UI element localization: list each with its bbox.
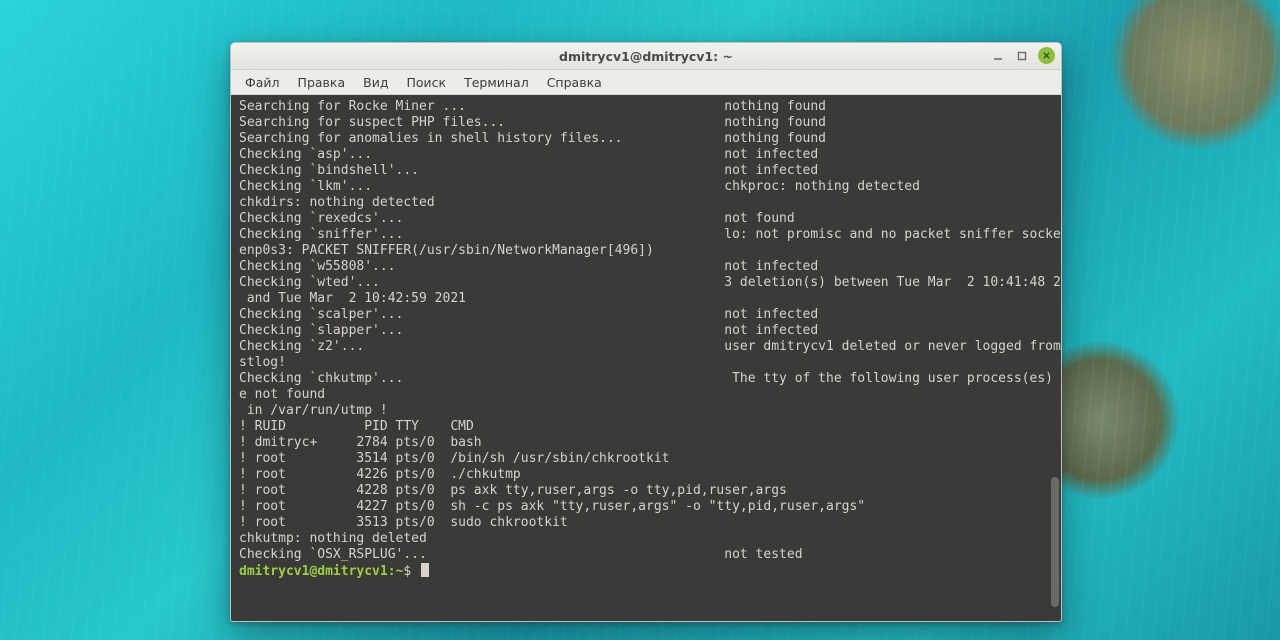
terminal-line: Checking `bindshell'... not infected <box>239 163 1055 179</box>
terminal-line: Checking `sniffer'... lo: not promisc an… <box>239 227 1055 243</box>
terminal-line: ! root 4227 pts/0 sh -c ps axk "tty,ruse… <box>239 499 1055 515</box>
terminal-prompt-line[interactable]: dmitrycv1@dmitrycv1:~$ <box>239 563 1055 580</box>
terminal-line: chkutmp: nothing deleted <box>239 531 1055 547</box>
menu-help[interactable]: Справка <box>539 73 610 92</box>
terminal-cursor <box>421 563 429 577</box>
terminal-line: ! root 4226 pts/0 ./chkutmp <box>239 467 1055 483</box>
desktop-background: dmitrycv1@dmitrycv1: ~ Файл Правка Вид П… <box>0 0 1280 640</box>
terminal-line: Searching for anomalies in shell history… <box>239 131 1055 147</box>
terminal-area[interactable]: Searching for Rocke Miner ... nothing fo… <box>231 95 1061 621</box>
minimize-button[interactable] <box>990 48 1006 64</box>
terminal-line: Searching for Rocke Miner ... nothing fo… <box>239 99 1055 115</box>
terminal-line: Checking `rexedcs'... not found <box>239 211 1055 227</box>
menu-view[interactable]: Вид <box>355 73 396 92</box>
terminal-line: Checking `asp'... not infected <box>239 147 1055 163</box>
terminal-line: Checking `lkm'... chkproc: nothing detec… <box>239 179 1055 195</box>
terminal-line: ! RUID PID TTY CMD <box>239 419 1055 435</box>
menu-file[interactable]: Файл <box>237 73 288 92</box>
scrollbar[interactable] <box>1051 99 1059 617</box>
terminal-line: Checking `OSX_RSPLUG'... not tested <box>239 547 1055 563</box>
titlebar[interactable]: dmitrycv1@dmitrycv1: ~ <box>231 43 1061 70</box>
terminal-line: Checking `wted'... 3 deletion(s) between… <box>239 275 1055 291</box>
terminal-line: Checking `z2'... user dmitrycv1 deleted … <box>239 339 1055 355</box>
terminal-line: and Tue Mar 2 10:42:59 2021 <box>239 291 1055 307</box>
terminal-line: Checking `slapper'... not infected <box>239 323 1055 339</box>
menubar: Файл Правка Вид Поиск Терминал Справка <box>231 70 1061 95</box>
terminal-line: stlog! <box>239 355 1055 371</box>
menu-search[interactable]: Поиск <box>398 73 454 92</box>
window-title: dmitrycv1@dmitrycv1: ~ <box>559 49 733 64</box>
terminal-line: in /var/run/utmp ! <box>239 403 1055 419</box>
menu-edit[interactable]: Правка <box>290 73 354 92</box>
window-controls <box>990 47 1055 64</box>
terminal-line: Checking `w55808'... not infected <box>239 259 1055 275</box>
terminal-window: dmitrycv1@dmitrycv1: ~ Файл Правка Вид П… <box>230 42 1062 622</box>
terminal-line: Checking `chkutmp'... The tty of the fol… <box>239 371 1055 387</box>
scrollbar-thumb[interactable] <box>1051 477 1059 607</box>
terminal-line: enp0s3: PACKET SNIFFER(/usr/sbin/Network… <box>239 243 1055 259</box>
terminal-line: Checking `scalper'... not infected <box>239 307 1055 323</box>
terminal-line: e not found <box>239 387 1055 403</box>
terminal-line: chkdirs: nothing detected <box>239 195 1055 211</box>
close-button[interactable] <box>1038 47 1055 64</box>
terminal-line: Searching for suspect PHP files... nothi… <box>239 115 1055 131</box>
terminal-line: ! root 3514 pts/0 /bin/sh /usr/sbin/chkr… <box>239 451 1055 467</box>
terminal-line: ! root 4228 pts/0 ps axk tty,ruser,args … <box>239 483 1055 499</box>
terminal-line: ! dmitryc+ 2784 pts/0 bash <box>239 435 1055 451</box>
maximize-button[interactable] <box>1014 48 1030 64</box>
terminal-line: ! root 3513 pts/0 sudo chkrootkit <box>239 515 1055 531</box>
menu-terminal[interactable]: Терминал <box>456 73 537 92</box>
